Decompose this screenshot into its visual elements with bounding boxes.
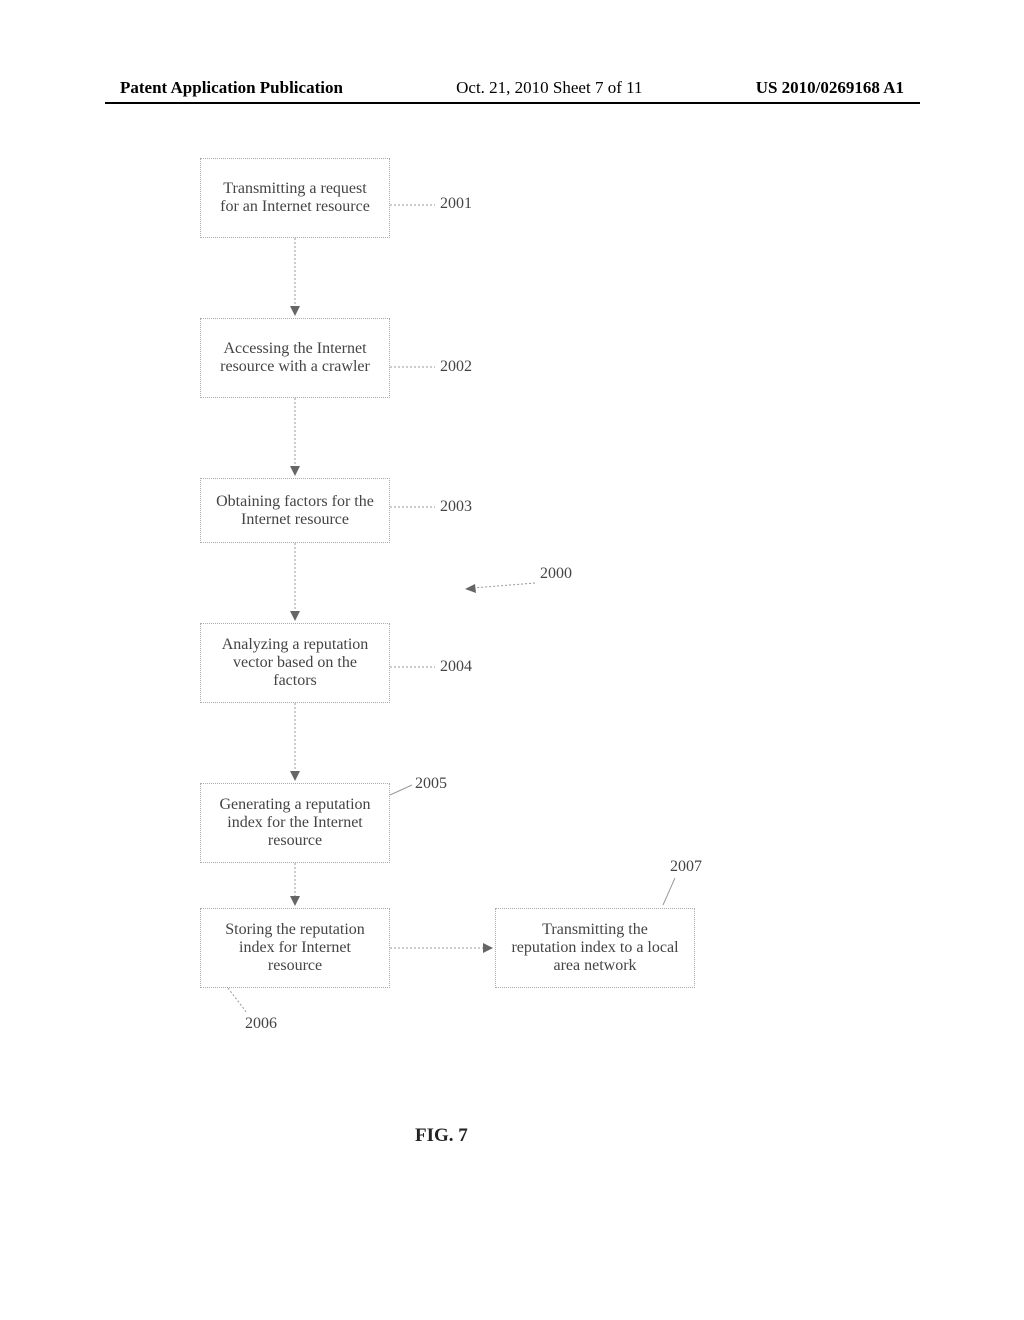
leader-line-2002 (390, 362, 440, 372)
flowchart-box-2006: Storing the reputation index for Interne… (200, 908, 390, 988)
ref-label-2003: 2003 (440, 498, 472, 516)
ref-label-2007: 2007 (670, 858, 702, 876)
page-header: Patent Application Publication Oct. 21, … (0, 78, 1024, 98)
leader-line-2001 (390, 200, 440, 210)
ref-label-2006: 2006 (245, 1015, 277, 1033)
flowchart-box-2003: Obtaining factors for the Internet resou… (200, 478, 390, 543)
box-text: Accessing the Internet resource with a c… (216, 340, 374, 376)
arrow-2002-2003 (290, 398, 310, 478)
flowchart-box-2005: Generating a reputation index for the In… (200, 783, 390, 863)
arrow-2003-2004 (290, 543, 310, 623)
leader-line-2007 (660, 875, 680, 910)
box-text: Transmitting a request for an Internet r… (216, 180, 374, 216)
flowchart-box-2002: Accessing the Internet resource with a c… (200, 318, 390, 398)
ref-label-2001: 2001 (440, 195, 472, 213)
arrow-2005-2006 (290, 863, 310, 908)
ref-label-2000: 2000 (540, 565, 572, 583)
leader-line-2004 (390, 662, 440, 672)
figure-label: FIG. 7 (415, 1125, 468, 1147)
leader-line-2003 (390, 502, 440, 512)
box-text: Analyzing a reputation vector based on t… (216, 636, 374, 690)
box-text: Storing the reputation index for Interne… (216, 921, 374, 975)
leader-line-2006 (225, 988, 255, 1016)
header-divider (105, 102, 920, 104)
leader-line-2000 (465, 580, 540, 595)
arrow-2006-2007 (390, 943, 495, 958)
ref-label-2004: 2004 (440, 658, 472, 676)
arrow-2001-2002 (290, 238, 310, 318)
box-text: Generating a reputation index for the In… (216, 796, 374, 850)
box-text: Obtaining factors for the Internet resou… (216, 493, 374, 529)
flowchart-box-2007: Transmitting the reputation index to a l… (495, 908, 695, 988)
header-left: Patent Application Publication (120, 78, 343, 98)
box-text: Transmitting the reputation index to a l… (511, 921, 679, 975)
flowchart-diagram: Transmitting a request for an Internet r… (0, 140, 1024, 1140)
leader-line-2005 (390, 783, 420, 798)
ref-label-2002: 2002 (440, 358, 472, 376)
header-center: Oct. 21, 2010 Sheet 7 of 11 (456, 78, 642, 98)
arrow-2004-2005 (290, 703, 310, 783)
flowchart-box-2001: Transmitting a request for an Internet r… (200, 158, 390, 238)
flowchart-box-2004: Analyzing a reputation vector based on t… (200, 623, 390, 703)
header-right: US 2010/0269168 A1 (756, 78, 904, 98)
